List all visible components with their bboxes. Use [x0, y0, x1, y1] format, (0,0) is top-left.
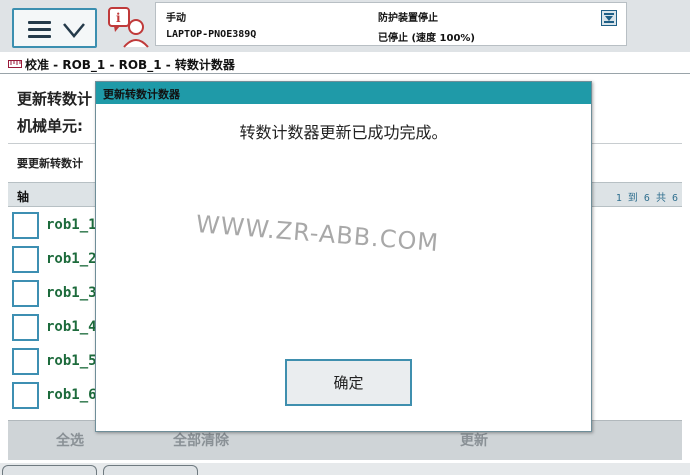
controller-name: LAPTOP-PNOE389Q	[166, 29, 257, 40]
axis-label: rob1_6	[46, 387, 97, 403]
clear-all-button[interactable]: 全部清除	[173, 430, 229, 450]
row-count: 1 到 6 共 6	[615, 193, 678, 204]
dialog-title-bar: 更新转数计数器	[96, 82, 591, 104]
dialog-message: 转数计数器更新已成功完成。	[239, 123, 448, 142]
ok-button[interactable]: 确定	[285, 359, 412, 406]
calibration-icon	[8, 60, 22, 68]
run-mode-icon[interactable]	[601, 10, 617, 26]
mechanical-unit-label: 机械单元:	[17, 117, 83, 135]
chevron-down-icon	[63, 23, 85, 38]
axis-label: rob1_4	[46, 319, 97, 335]
instruction-text: 要更新转数计	[17, 157, 83, 170]
program-state: 已停止 (速度 100%)	[378, 33, 475, 44]
axis-label: rob1_1	[46, 217, 97, 233]
svg-text:i: i	[116, 11, 121, 25]
safety-state: 防护装置停止	[378, 13, 438, 24]
axis-label: rob1_5	[46, 353, 97, 369]
status-panel: 手动 LAPTOP-PNOE389Q 防护装置停止 已停止 (速度 100%)	[155, 2, 627, 46]
select-all-button[interactable]: 全选	[56, 430, 84, 450]
breadcrumb-text: 校准 - ROB_1 - ROB_1 - 转数计数器	[25, 58, 235, 72]
top-bar: i 手动 LAPTOP-PNOE389Q 防护装置停止 已停止 (速度 100%…	[0, 0, 690, 52]
axis-checkbox[interactable]	[12, 348, 39, 375]
update-button[interactable]: 更新	[460, 430, 488, 450]
operation-mode: 手动	[166, 13, 186, 24]
robot-status-icon[interactable]: i	[106, 6, 150, 48]
dialog-title: 更新转数计数器	[103, 88, 180, 101]
watermark: WWW.ZR-ABB.COM	[194, 210, 441, 258]
main-menu-button[interactable]	[12, 8, 97, 48]
axis-column-header: 轴	[17, 190, 30, 204]
update-success-dialog: 更新转数计数器 转数计数器更新已成功完成。 WWW.ZR-ABB.COM 确定	[95, 81, 592, 432]
axis-checkbox[interactable]	[12, 280, 39, 307]
axis-label: rob1_2	[46, 251, 97, 267]
axis-checkbox[interactable]	[12, 212, 39, 239]
axis-checkbox[interactable]	[12, 382, 39, 409]
axis-checkbox[interactable]	[12, 246, 39, 273]
page-title: 更新转数计	[17, 90, 93, 108]
task-tab[interactable]	[103, 465, 198, 475]
hamburger-icon	[28, 21, 51, 39]
breadcrumb: 校准 - ROB_1 - ROB_1 - 转数计数器	[0, 52, 690, 74]
axis-label: rob1_3	[46, 285, 97, 301]
axis-checkbox[interactable]	[12, 314, 39, 341]
task-tab[interactable]	[2, 465, 97, 475]
